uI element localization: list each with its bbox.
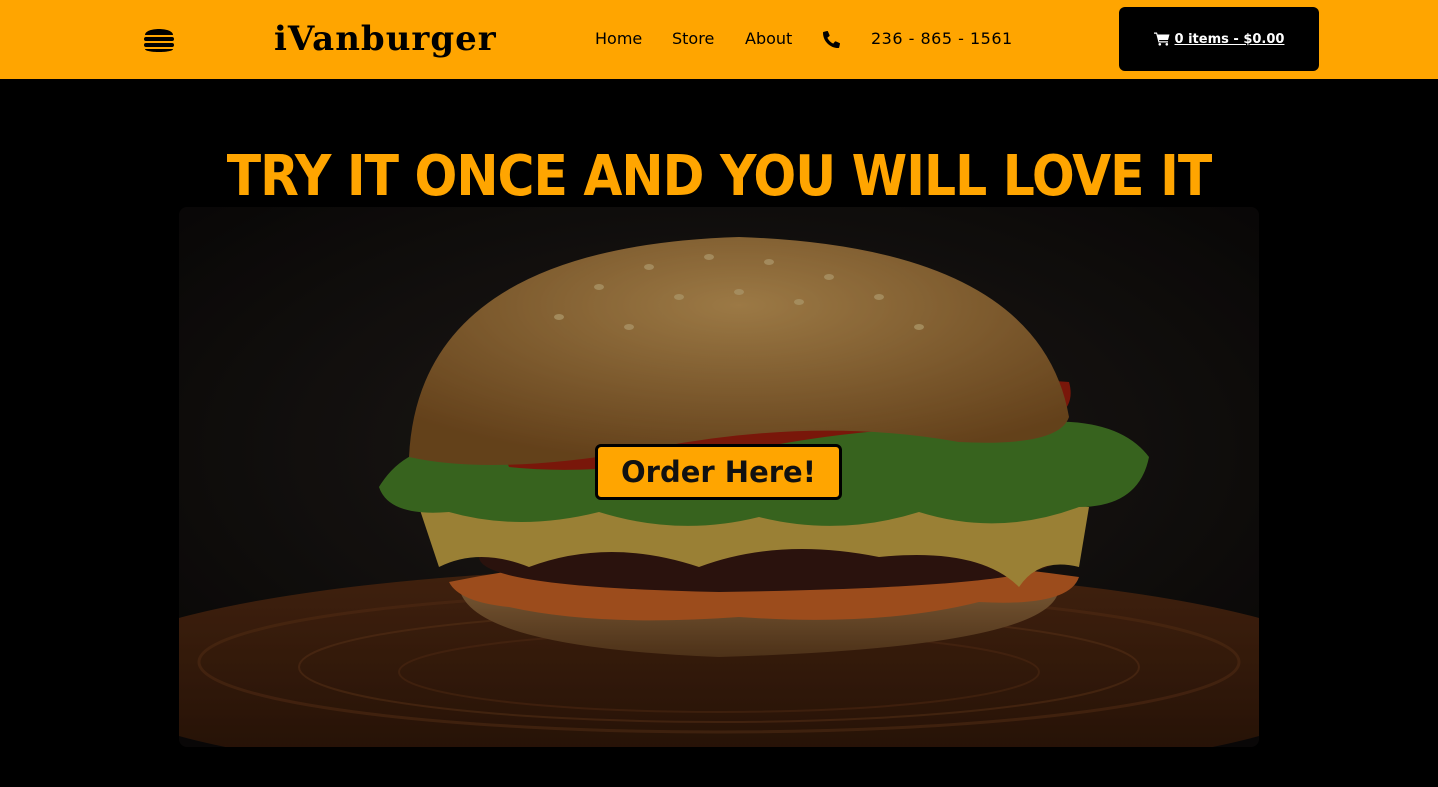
burger-logo-icon[interactable]	[143, 24, 175, 54]
cart-button[interactable]: 0 items - $0.00	[1119, 7, 1319, 71]
hero-title: Try it once and you will love it	[226, 143, 1212, 209]
order-button[interactable]: Order Here!	[595, 444, 842, 500]
nav-store[interactable]: Store	[672, 28, 714, 50]
phone-number: 236 - 865 - 1561	[871, 29, 1013, 48]
cart-summary[interactable]: 0 items - $0.00	[1175, 32, 1285, 47]
navbar: iVanburger Home Store About 236 - 865 - …	[0, 0, 1438, 79]
cart-icon	[1153, 32, 1170, 46]
phone-icon	[823, 31, 840, 48]
brand-logo-text[interactable]: iVanburger	[274, 17, 497, 61]
nav-about[interactable]: About	[745, 28, 792, 50]
nav-home[interactable]: Home	[595, 28, 642, 50]
